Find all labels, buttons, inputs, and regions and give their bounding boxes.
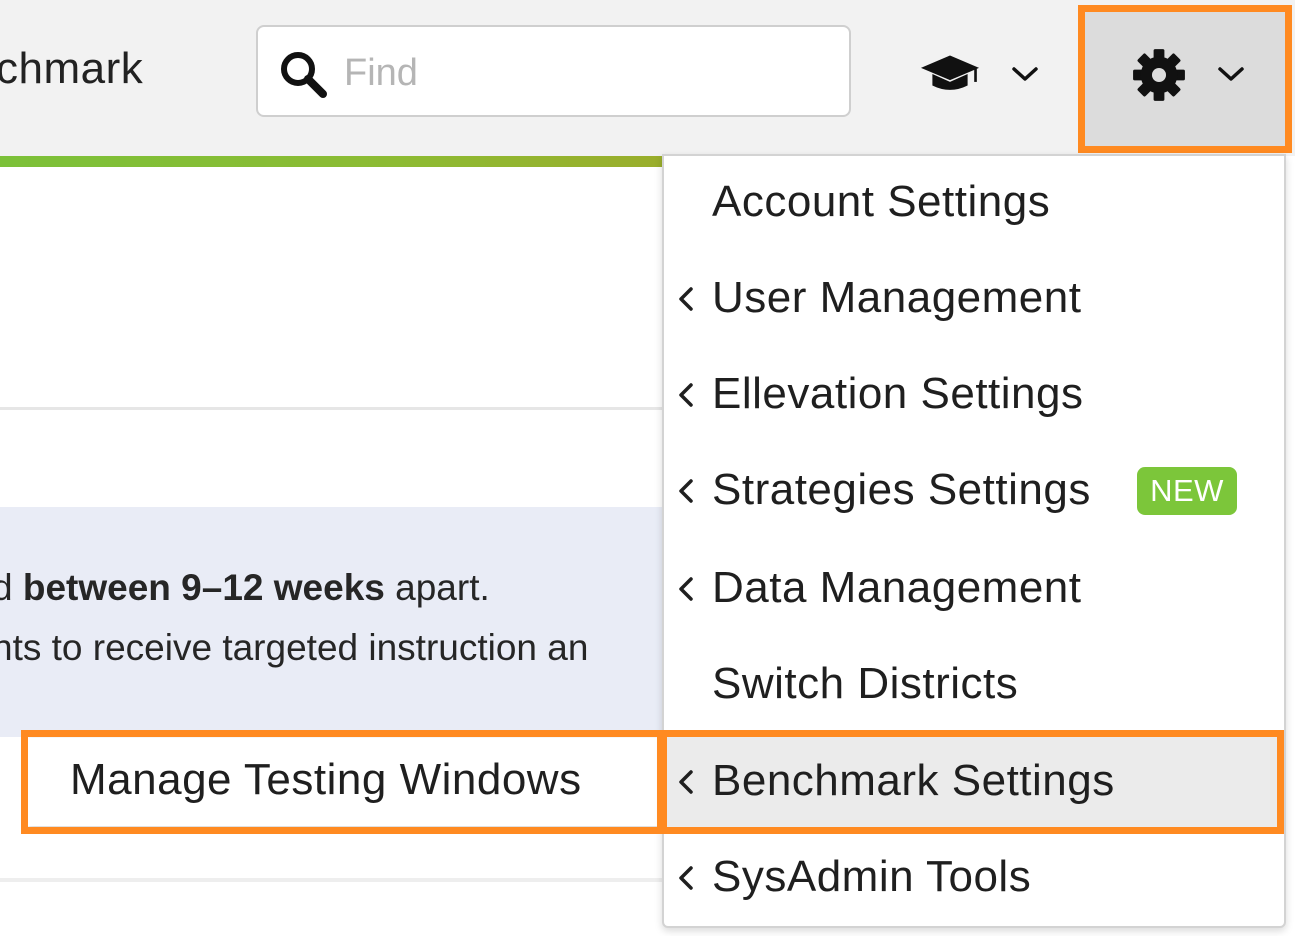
app-title: chmark bbox=[0, 44, 144, 93]
menu-item-label: Account Settings bbox=[712, 177, 1051, 226]
menu-item-label: SysAdmin Tools bbox=[712, 852, 1032, 901]
menu-item-label: Strategies Settings bbox=[712, 465, 1091, 514]
menu-item-label: Benchmark Settings bbox=[712, 756, 1115, 805]
menu-item-label: Ellevation Settings bbox=[712, 369, 1084, 418]
chevron-left-icon bbox=[679, 383, 693, 407]
menu-item-sysadmin-tools[interactable]: SysAdmin Tools bbox=[662, 830, 1284, 926]
info-line-1: d between 9–12 weeks apart. bbox=[0, 567, 490, 608]
search-input[interactable] bbox=[342, 45, 826, 101]
new-badge: NEW bbox=[1137, 467, 1237, 515]
learning-menu-button[interactable] bbox=[905, 30, 1060, 115]
menu-item-user-management[interactable]: User Management bbox=[662, 251, 1284, 347]
menu-item-label: Data Management bbox=[712, 563, 1082, 612]
menu-item-ellevation-settings[interactable]: Ellevation Settings bbox=[662, 347, 1284, 443]
graduation-cap-icon bbox=[920, 55, 980, 90]
content-divider bbox=[0, 878, 662, 882]
chevron-left-icon bbox=[679, 770, 693, 794]
menu-item-benchmark-settings[interactable]: Benchmark Settings bbox=[662, 734, 1284, 830]
menu-item-label: User Management bbox=[712, 273, 1082, 322]
manage-testing-windows-item[interactable]: Manage Testing Windows bbox=[70, 755, 582, 805]
section-divider bbox=[0, 407, 662, 410]
search-icon bbox=[281, 52, 327, 98]
chevron-left-icon bbox=[679, 287, 693, 311]
menu-item-switch-districts[interactable]: Switch Districts bbox=[662, 637, 1284, 733]
chevron-down-icon bbox=[1218, 67, 1244, 81]
progress-accent-bar bbox=[0, 156, 662, 167]
search-box[interactable] bbox=[256, 25, 851, 117]
chevron-down-icon bbox=[1012, 67, 1038, 81]
info-line-2: nts to receive targeted instruction an bbox=[0, 627, 589, 668]
gear-icon bbox=[1133, 49, 1185, 101]
chevron-left-icon bbox=[679, 577, 693, 601]
info-panel: d between 9–12 weeks apart. nts to recei… bbox=[0, 507, 662, 737]
chevron-left-icon bbox=[679, 479, 693, 503]
menu-item-label: Switch Districts bbox=[712, 659, 1019, 708]
menu-item-data-management[interactable]: Data Management bbox=[662, 541, 1284, 637]
top-header: chmark bbox=[0, 0, 1295, 156]
chevron-left-icon bbox=[679, 866, 693, 890]
menu-item-account-settings[interactable]: Account Settings bbox=[662, 155, 1284, 251]
settings-menu-button[interactable] bbox=[1082, 8, 1287, 150]
